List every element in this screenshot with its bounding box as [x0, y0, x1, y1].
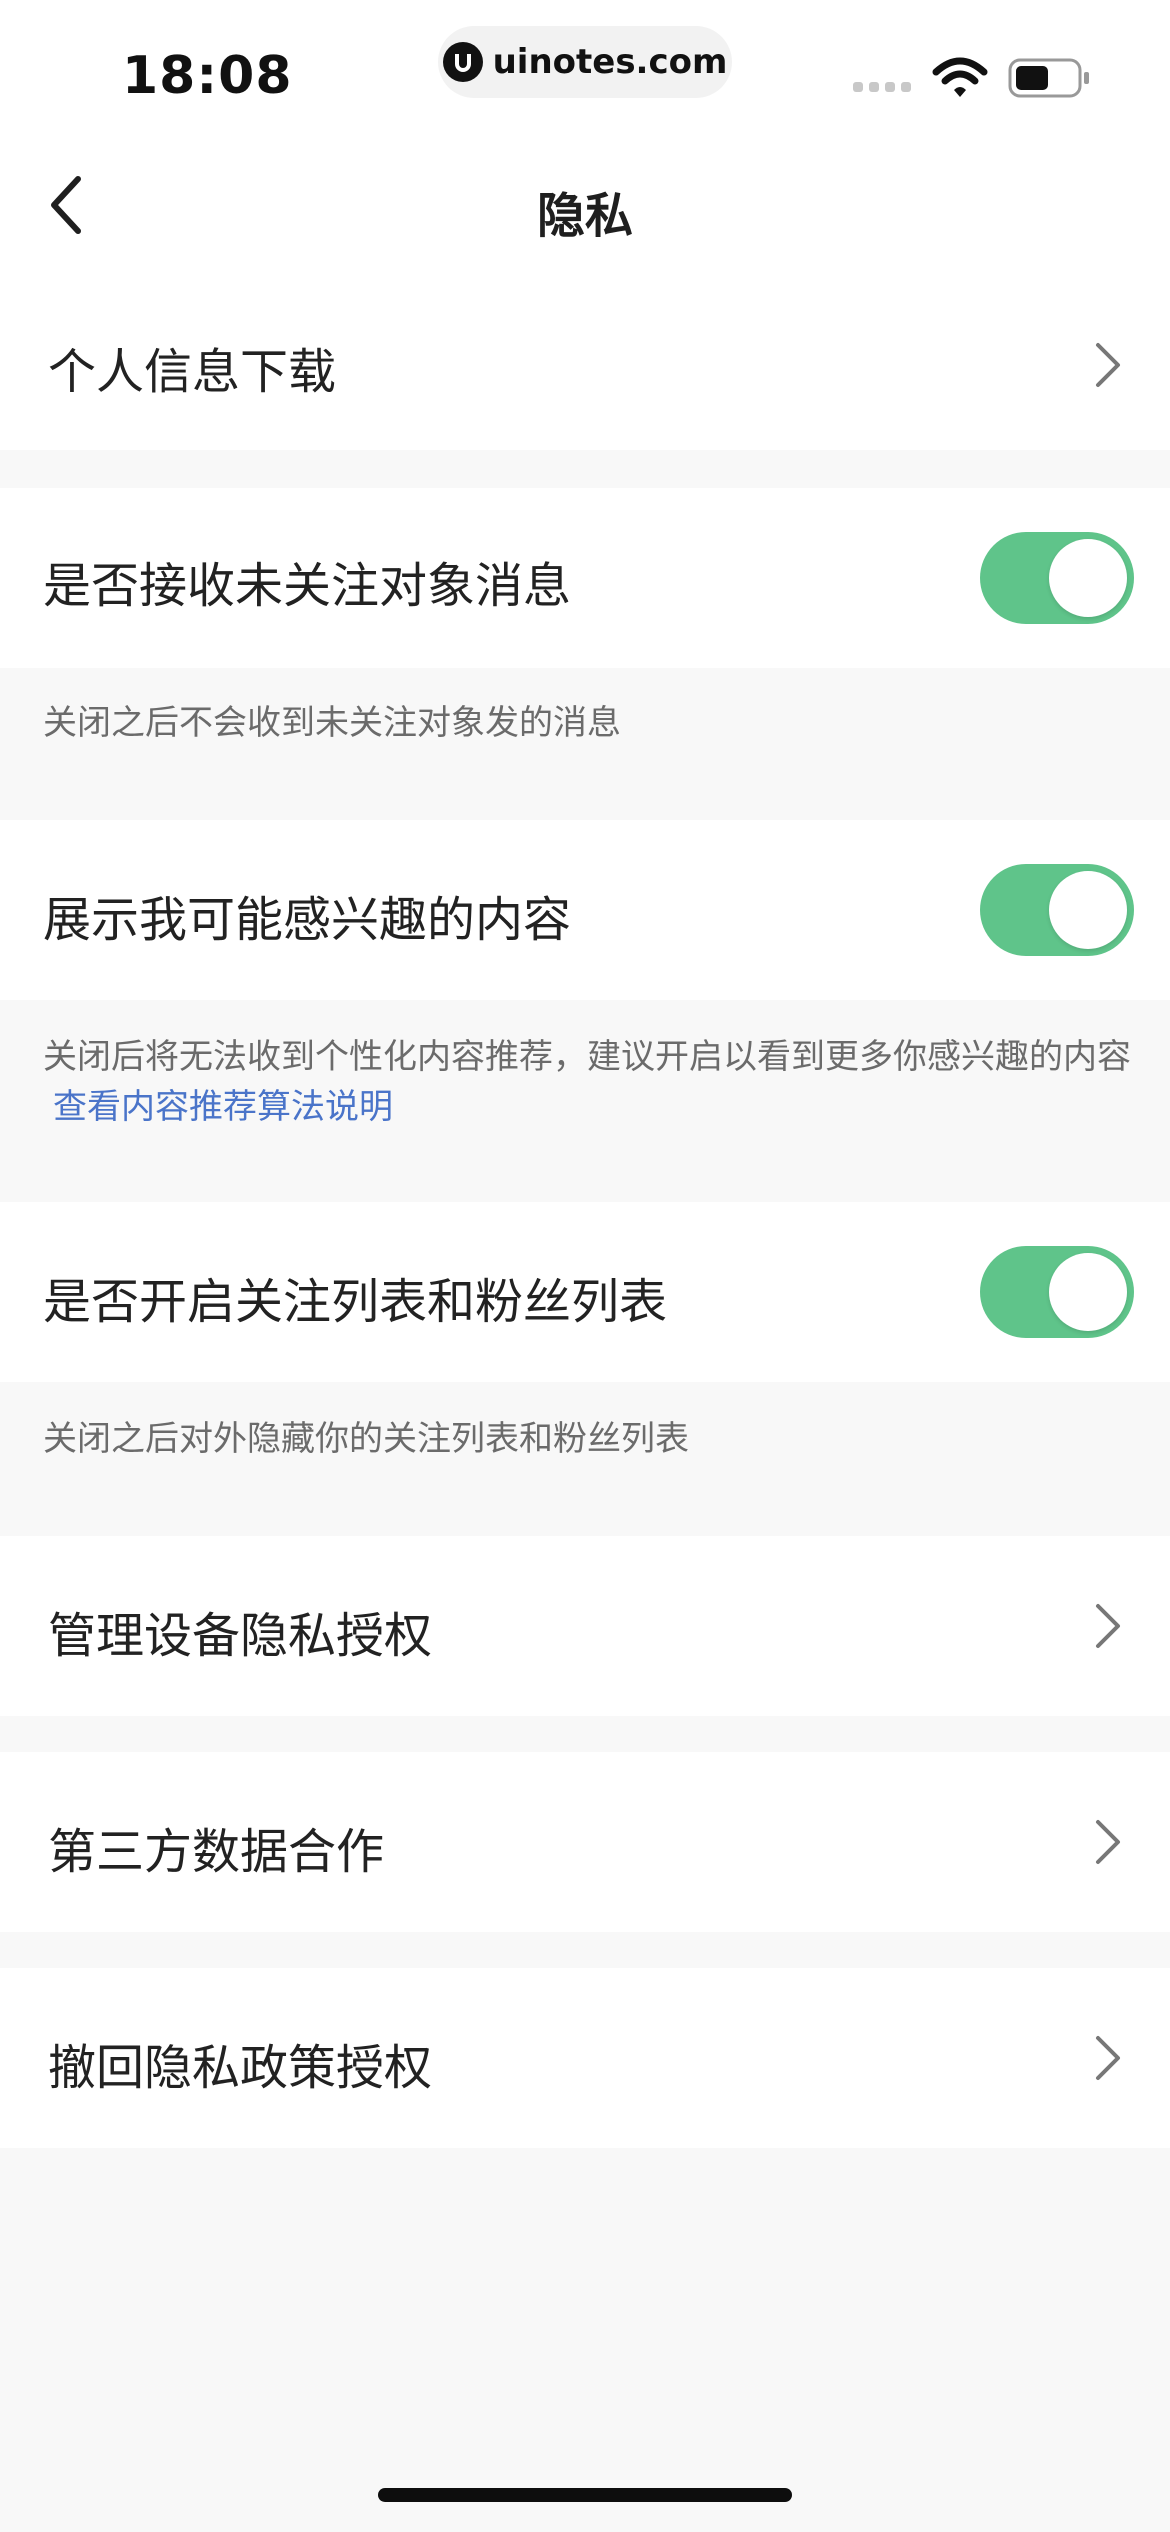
status-time: 18:08: [122, 46, 293, 106]
signal-icon: [853, 82, 911, 92]
status-bar: 18:08 uinotes.com: [0, 0, 1170, 130]
note-enable-follow-fan-lists: 关闭之后对外隐藏你的关注列表和粉丝列表: [43, 1419, 689, 1459]
toggle-knob: [1049, 871, 1127, 949]
row-label: 个人信息下载: [48, 344, 337, 400]
chevron-right-icon: [1090, 1812, 1126, 1872]
home-indicator[interactable]: [378, 2488, 792, 2502]
row-label: 是否开启关注列表和粉丝列表: [43, 1274, 668, 1330]
row-manage-device-privacy[interactable]: 管理设备隐私授权: [0, 1536, 1170, 1716]
toggle-enable-follow-fan-lists[interactable]: [980, 1246, 1134, 1338]
url-pill[interactable]: uinotes.com: [438, 26, 732, 98]
toggle-receive-unfollowed-messages[interactable]: [980, 532, 1134, 624]
row-label: 是否接收未关注对象消息: [43, 558, 572, 614]
row-enable-follow-fan-lists: 是否开启关注列表和粉丝列表: [0, 1202, 1170, 1382]
toggle-knob: [1049, 1253, 1127, 1331]
note-show-interest-content: 关闭后将无法收到个性化内容推荐，建议开启以看到更多你感兴趣的内容查看内容推荐算法…: [43, 1032, 1133, 1132]
row-receive-unfollowed-messages: 是否接收未关注对象消息: [0, 488, 1170, 668]
chevron-right-icon: [1090, 2028, 1126, 2088]
battery-icon: [1008, 58, 1092, 102]
row-label: 展示我可能感兴趣的内容: [43, 892, 572, 948]
row-label: 管理设备隐私授权: [48, 1608, 433, 1664]
note-receive-unfollowed-messages: 关闭之后不会收到未关注对象发的消息: [43, 703, 621, 743]
chevron-right-icon: [1090, 335, 1126, 395]
row-revoke-privacy-policy[interactable]: 撤回隐私政策授权: [0, 1968, 1170, 2148]
toggle-knob: [1049, 539, 1127, 617]
page-title: 隐私: [536, 188, 633, 244]
nav-bar: 隐私: [0, 130, 1170, 280]
chevron-right-icon: [1090, 1596, 1126, 1656]
wifi-icon: [932, 56, 988, 104]
note-text: 关闭后将无法收到个性化内容推荐，建议开启以看到更多你感兴趣的内容: [43, 1037, 1131, 1077]
row-label: 第三方数据合作: [48, 1824, 385, 1880]
url-text: uinotes.com: [492, 42, 728, 82]
row-label: 撤回隐私政策授权: [48, 2040, 433, 2096]
row-personal-info-download[interactable]: 个人信息下载: [0, 280, 1170, 450]
algorithm-explanation-link[interactable]: 查看内容推荐算法说明: [53, 1087, 393, 1127]
row-show-interest-content: 展示我可能感兴趣的内容: [0, 820, 1170, 1000]
site-logo-icon: [442, 42, 483, 82]
row-third-party-data[interactable]: 第三方数据合作: [0, 1752, 1170, 1932]
toggle-show-interest-content[interactable]: [980, 864, 1134, 956]
